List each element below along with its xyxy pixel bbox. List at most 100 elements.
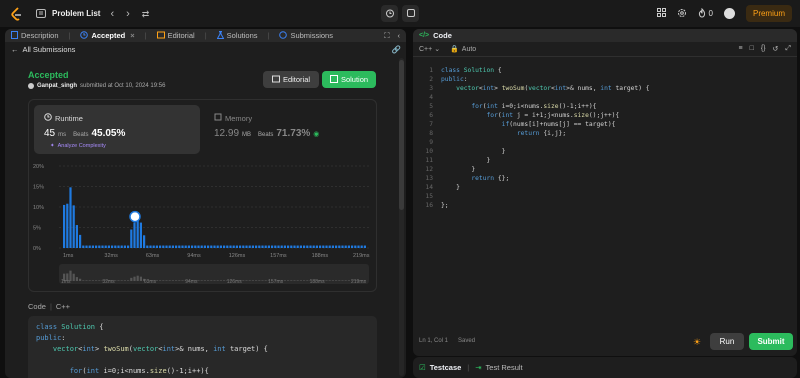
chart-bar[interactable] [312, 245, 315, 248]
code-line[interactable] [441, 138, 650, 147]
chart-bar[interactable] [162, 245, 165, 248]
close-tab-icon[interactable]: × [130, 31, 134, 40]
link-icon[interactable]: 🔗 [392, 45, 401, 54]
chart-bar[interactable] [82, 245, 85, 248]
language-select[interactable]: C++ ⌄ [419, 45, 440, 53]
chart-bar[interactable] [347, 245, 350, 248]
tab-test-result[interactable]: Test Result [486, 363, 523, 372]
chart-bar[interactable] [267, 245, 270, 248]
code-line[interactable]: } [441, 147, 650, 156]
chart-bar[interactable] [280, 245, 283, 248]
submit-button[interactable]: Submit [749, 333, 793, 350]
chart-bar[interactable] [328, 245, 331, 248]
format-icon[interactable]: ≡ [739, 45, 743, 53]
chart-bar[interactable] [66, 203, 69, 248]
chart-bar[interactable] [120, 245, 123, 248]
chart-bar[interactable] [245, 245, 248, 248]
code-line[interactable]: } [441, 156, 650, 165]
chart-bar[interactable] [123, 245, 126, 248]
code-line[interactable]: if(nums[i]+nums[j] == target){ [441, 120, 650, 129]
chart-bar[interactable] [200, 245, 203, 248]
scrollbar[interactable] [399, 58, 404, 376]
chart-bar[interactable] [341, 245, 344, 248]
chart-bar[interactable] [251, 245, 254, 248]
chart-bar[interactable] [277, 245, 280, 248]
next-problem-icon[interactable]: › [126, 8, 130, 20]
layout-grid-icon[interactable] [656, 8, 666, 19]
submitted-code[interactable]: class Solution {public: vector<int> twoS… [28, 316, 377, 378]
collapse-icon[interactable]: ‹ [398, 31, 401, 41]
code-line[interactable]: } [441, 183, 650, 192]
chart-bar[interactable] [91, 245, 94, 248]
code-line[interactable] [441, 192, 650, 201]
chart-bar[interactable] [303, 245, 306, 248]
chart-bar[interactable] [360, 245, 363, 248]
chart-bar[interactable] [111, 245, 114, 248]
tab-solutions[interactable]: Solutions [216, 30, 258, 41]
chart-bar[interactable] [197, 245, 200, 248]
tab-testcase[interactable]: Testcase [430, 363, 462, 372]
chart-bar[interactable] [181, 245, 184, 248]
chart-bar[interactable] [213, 245, 216, 248]
chart-bar[interactable] [88, 245, 91, 248]
chart-bar[interactable] [165, 245, 168, 248]
leetcode-logo-icon[interactable] [10, 6, 24, 21]
chart-bar[interactable] [114, 245, 117, 248]
chart-bar[interactable] [95, 245, 98, 248]
chart-bar[interactable] [98, 245, 101, 248]
code-line[interactable] [441, 93, 650, 102]
chart-bar[interactable] [210, 245, 213, 248]
chart-bar[interactable] [306, 245, 309, 248]
chart-bar[interactable] [187, 245, 190, 248]
chart-bar[interactable] [146, 245, 149, 248]
chart-bar[interactable] [223, 245, 226, 248]
bookmark-icon[interactable]: □ [750, 45, 754, 53]
chart-bar[interactable] [171, 245, 174, 248]
chart-bar[interactable] [184, 245, 187, 248]
chart-bar[interactable] [242, 245, 245, 248]
chart-bar[interactable] [168, 245, 171, 248]
tab-description[interactable]: Description [11, 30, 59, 41]
analyze-complexity-link[interactable]: ✦ Analyze Complexity [50, 143, 106, 149]
reset-icon[interactable]: ↺ [773, 45, 779, 53]
chart-bar[interactable] [175, 245, 178, 248]
chart-bar[interactable] [299, 245, 302, 248]
user-avatar[interactable] [723, 8, 735, 19]
code-line[interactable]: public: [441, 75, 650, 84]
braces-icon[interactable]: {} [761, 45, 766, 53]
chart-bar[interactable] [127, 245, 130, 248]
chart-bar[interactable] [226, 245, 229, 248]
code-line[interactable]: }; [441, 201, 650, 210]
chart-bar[interactable] [194, 245, 197, 248]
chart-bar[interactable] [338, 245, 341, 248]
code-editor[interactable]: 1 2 3 4 5 6 7 8 9 10 11 12 13 14 15 16 class Solution {… [413, 64, 797, 329]
code-line[interactable]: for(int i=0;i<nums.size()-1;i++){ [441, 102, 650, 111]
chart-bar[interactable] [331, 245, 334, 248]
chart-bar[interactable] [255, 245, 258, 248]
auto-mode[interactable]: 🔒 Auto [450, 45, 476, 54]
chart-bar[interactable] [335, 245, 338, 248]
chart-bar[interactable] [290, 245, 293, 248]
chart-bar[interactable] [207, 245, 210, 248]
chart-bar[interactable] [322, 245, 325, 248]
code-line[interactable]: return {i,j}; [441, 129, 650, 138]
chart-bar[interactable] [203, 245, 206, 248]
chart-bar[interactable] [191, 245, 194, 248]
notes-button[interactable] [402, 5, 419, 22]
chart-bar[interactable] [315, 245, 318, 248]
chart-bar[interactable] [72, 205, 75, 248]
memory-title[interactable]: Memory [214, 113, 252, 123]
chart-bar[interactable] [232, 245, 235, 248]
streak-counter[interactable]: 0 [698, 7, 713, 20]
code-content[interactable]: class Solution {public: vector<int> twoS… [441, 66, 650, 210]
chart-bar[interactable] [107, 245, 110, 248]
chart-bar[interactable] [139, 222, 142, 248]
solution-button[interactable]: Solution [322, 71, 376, 88]
submitter-name[interactable]: Ganpat_singh [37, 83, 77, 89]
chart-bar[interactable] [130, 229, 133, 248]
back-to-submissions[interactable]: ← All Submissions 🔗 [5, 42, 406, 56]
chart-bar[interactable] [79, 234, 82, 248]
shuffle-icon[interactable]: ⇄ [142, 9, 150, 20]
chart-bar[interactable] [216, 245, 219, 248]
lightbulb-icon[interactable]: ☀ [693, 337, 701, 348]
